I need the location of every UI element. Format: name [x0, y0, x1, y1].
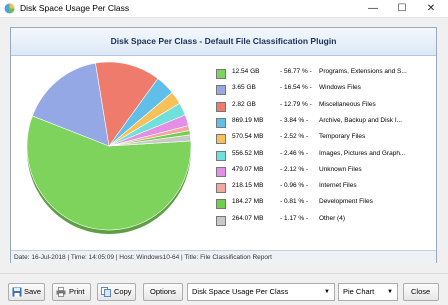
legend-size: 570.54 MB: [232, 133, 264, 141]
maximize-button[interactable]: ☐: [387, 0, 417, 17]
legend-label: Internet Files: [319, 182, 357, 190]
legend-size: 479.07 MB: [232, 165, 264, 173]
legend-swatch: [216, 69, 226, 79]
close-button[interactable]: Close: [403, 283, 439, 301]
legend-swatch: [216, 166, 226, 177]
legend-size: 3.65 GB: [232, 84, 256, 92]
legend-size: 2.82 GB: [232, 100, 256, 108]
floppy-disk-icon: [12, 287, 22, 297]
legend-percent: - 2.12 % -: [280, 165, 309, 173]
report-info-bar: Date: 16-Jul-2018 | Time: 14:05:09 | Hos…: [11, 250, 436, 263]
legend-label: Development Files: [319, 198, 373, 206]
legend-swatch: [216, 101, 226, 112]
legend-percent: - 2.52 % -: [280, 133, 309, 141]
legend-swatch: [216, 85, 226, 96]
legend-swatch: [216, 150, 226, 161]
legend-size: 556.52 MB: [232, 149, 264, 157]
legend-swatch: [216, 183, 226, 194]
legend-swatch: [216, 117, 226, 128]
legend-percent: - 3.84 % -: [280, 116, 309, 124]
copy-label: Copy: [114, 287, 132, 296]
print-button[interactable]: Print: [52, 283, 91, 301]
copy-button[interactable]: Copy: [97, 283, 136, 301]
legend-percent: - 56.77 % -: [280, 68, 312, 75]
legend-label: Miscellaneous Files: [319, 100, 376, 108]
legend-size: 264.07 MB: [232, 214, 264, 222]
pie-chart: [26, 61, 192, 234]
chart-panel: Disk Space Per Class - Default File Clas…: [10, 27, 437, 263]
printer-icon: [56, 287, 66, 297]
legend-percent: - 1.17 % -: [280, 214, 309, 222]
chevron-down-icon: ▼: [387, 289, 393, 295]
window-title: Disk Space Usage Per Class: [20, 3, 130, 13]
legend-label: Temporary Files: [319, 133, 366, 141]
save-label: Save: [24, 287, 42, 296]
chart-title: Disk Space Per Class - Default File Clas…: [11, 28, 436, 56]
chevron-down-icon: ▼: [324, 289, 330, 295]
minimize-button[interactable]: —: [358, 0, 388, 17]
copy-icon: [101, 287, 111, 297]
legend-percent: - 12.79 % -: [280, 100, 312, 108]
legend-swatch: [216, 134, 226, 145]
legend-percent: - 2.46 % -: [280, 149, 309, 157]
legend-size: 184.27 MB: [232, 198, 264, 206]
legend-size: 12.54 GB: [232, 68, 260, 75]
save-button[interactable]: Save: [8, 283, 45, 301]
legend-swatch: [216, 215, 226, 226]
legend-label: Other (4): [319, 214, 346, 222]
pie-chart-icon: [4, 3, 15, 14]
legend-label: Images, Pictures and Graph...: [319, 149, 406, 157]
close-window-button[interactable]: ✕: [416, 0, 446, 17]
legend-percent: - 0.96 % -: [280, 182, 309, 190]
legend-label: Programs, Extensions and S...: [319, 68, 407, 75]
legend-swatch: [216, 199, 226, 210]
legend-percent: - 0.81 % -: [280, 198, 309, 206]
legend-label: Windows Files: [319, 84, 361, 92]
legend-size: 869.19 MB: [232, 116, 264, 124]
report-select-value: Disk Space Usage Per Class: [192, 287, 289, 296]
report-select[interactable]: Disk Space Usage Per Class ▼: [187, 283, 335, 301]
legend-percent: - 16.54 % -: [280, 84, 312, 92]
toolbar-divider: [0, 273, 448, 274]
chart-type-select-value: Pie Chart: [343, 287, 375, 296]
title-bar: Disk Space Usage Per Class — ☐ ✕: [0, 0, 448, 18]
legend-size: 218.15 MB: [232, 182, 264, 190]
legend-label: Archive, Backup and Disk I...: [319, 116, 403, 124]
options-button[interactable]: Options: [143, 283, 183, 301]
legend-label: Unknown Files: [319, 165, 362, 173]
options-label: Options: [150, 287, 176, 296]
print-label: Print: [69, 287, 85, 296]
close-label: Close: [411, 287, 431, 296]
chart-type-select[interactable]: Pie Chart ▼: [338, 283, 398, 301]
